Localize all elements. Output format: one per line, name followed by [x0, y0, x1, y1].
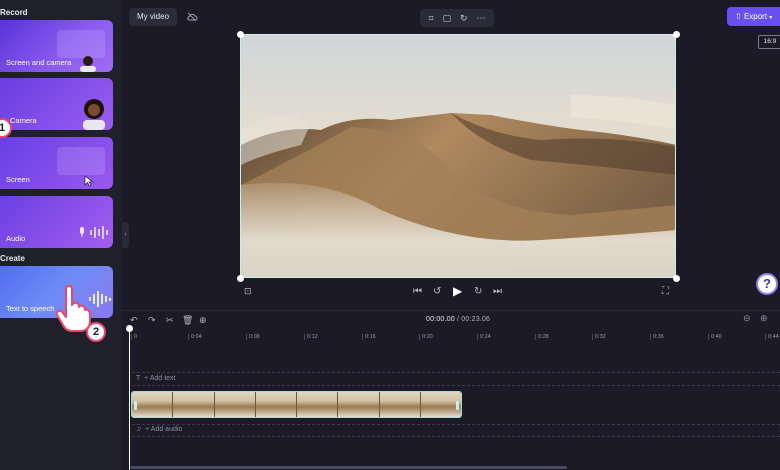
- zoom-out-icon[interactable]: ⊖: [743, 313, 751, 324]
- ruler-tick: 0:04: [188, 334, 202, 340]
- preview-toolbar: ⌗ ▢ ↻ ⋯: [420, 9, 494, 27]
- create-section-label: Create: [0, 254, 25, 263]
- resize-handle-bottom-right[interactable]: [673, 275, 680, 282]
- aspect-ratio-button[interactable]: 16:9: [758, 35, 780, 49]
- ruler-tick: 0:16: [362, 334, 376, 340]
- audio-track-bottom-line: [132, 436, 780, 437]
- clip-frame: [379, 392, 421, 417]
- play-icon[interactable]: ▶: [453, 284, 462, 298]
- clip-frame: [214, 392, 256, 417]
- skip-to-start-icon[interactable]: ⏮: [413, 286, 422, 297]
- record-section-label: Record: [0, 8, 28, 17]
- clip-frame: [255, 392, 297, 417]
- captions-icon[interactable]: ⊡: [244, 286, 252, 297]
- export-button[interactable]: ⇧ Export ▾: [727, 7, 780, 26]
- top-bar: My video ⌗ ▢ ↻ ⋯ ⇧ Export ▾: [122, 0, 780, 34]
- ruler-tick: 0:44: [765, 334, 779, 340]
- music-note-icon: ♫: [136, 426, 146, 433]
- tutorial-step-badge-2: 2: [86, 322, 106, 342]
- fullscreen-icon[interactable]: ⛶: [662, 286, 669, 297]
- card-label: Screen and camera: [6, 58, 72, 67]
- resize-handle-bottom-left[interactable]: [237, 275, 244, 282]
- add-text-label: + Add text: [144, 375, 176, 382]
- help-button[interactable]: ?: [756, 273, 778, 295]
- add-to-timeline-icon[interactable]: ⊕: [199, 315, 207, 326]
- resize-handle-top-right[interactable]: [673, 31, 680, 38]
- clip-frame: [173, 392, 215, 417]
- clip-frame: [132, 392, 174, 417]
- add-audio-row[interactable]: ♫ + Add audio: [136, 426, 182, 433]
- record-screen-card[interactable]: Screen: [0, 137, 113, 189]
- add-text-row[interactable]: T + Add text: [136, 375, 176, 382]
- video-preview[interactable]: [240, 34, 676, 278]
- collapse-panel-button[interactable]: ‹: [122, 222, 129, 248]
- fit-icon[interactable]: ▢: [443, 13, 452, 24]
- redo-icon[interactable]: ↷: [148, 315, 156, 326]
- clip-frame: [420, 392, 461, 417]
- upload-icon: ⇧: [735, 12, 742, 21]
- ruler-tick: 0:20: [419, 334, 433, 340]
- more-options-icon[interactable]: ⋯: [476, 13, 485, 24]
- card-label: Camera: [10, 116, 37, 125]
- desert-dunes-image: [241, 35, 675, 277]
- pointing-hand-icon: [55, 285, 91, 332]
- audio-track-line: [132, 424, 780, 425]
- text-track-line: [132, 372, 780, 373]
- clip-trim-handle-left[interactable]: [134, 401, 137, 410]
- clip-frame: [297, 392, 339, 417]
- delete-icon[interactable]: 🗑: [182, 315, 193, 326]
- playback-time: 00:00.00 / 00:23.06: [426, 316, 490, 323]
- chevron-down-icon: ▾: [769, 15, 773, 21]
- camera-person-icon: [83, 99, 105, 130]
- total-duration: / 00:23.06: [457, 316, 491, 323]
- screen-cursor-icon: [84, 175, 94, 187]
- export-label: Export: [743, 12, 768, 21]
- card-label: Audio: [6, 234, 26, 243]
- undo-icon[interactable]: ↶: [130, 315, 138, 326]
- ruler-tick: 0:12: [304, 334, 318, 340]
- text-t-icon: T: [136, 375, 145, 382]
- timeline-ruler: 0 0:04 0:08 0:12 0:16 0:20 0:24 0:28 0:3…: [122, 331, 780, 345]
- timeline-toolbar: ↶ ↷ ✂ 🗑 ⊕ 00:00.00 / 00:23.06: [122, 311, 780, 329]
- ruler-tick: 0:36: [650, 334, 664, 340]
- cloud-sync-icon[interactable]: [186, 11, 198, 23]
- forward-5s-icon[interactable]: ↻: [474, 286, 482, 297]
- card-label: Screen: [6, 175, 30, 184]
- current-time: 00:00.00: [426, 316, 455, 323]
- playback-controls: ⊡ ⏮ ↺ ▶ ↻ ⏭ ⛶: [122, 283, 780, 301]
- project-title-button[interactable]: My video: [129, 8, 178, 26]
- timeline-playhead[interactable]: [126, 325, 133, 470]
- left-panel: Record Screen and camera Camera Screen A…: [0, 0, 122, 470]
- clip-trim-handle-right[interactable]: [456, 401, 459, 410]
- microphone-icon: [80, 226, 108, 239]
- zoom-in-icon[interactable]: ⊕: [760, 313, 768, 324]
- ruler-tick: 0:28: [535, 334, 549, 340]
- ruler-tick: 0:40: [708, 334, 722, 340]
- ruler-tick: 0:08: [246, 334, 260, 340]
- card-label: Text to speech: [6, 304, 55, 313]
- skip-to-end-icon[interactable]: ⏭: [493, 286, 502, 297]
- add-audio-label: + Add audio: [145, 426, 183, 433]
- presenter-avatar-icon: [80, 56, 96, 72]
- resize-handle-top-left[interactable]: [237, 31, 244, 38]
- rotate-icon[interactable]: ↻: [460, 13, 468, 24]
- crop-icon[interactable]: ⌗: [428, 13, 433, 24]
- ruler-tick: 0: [130, 334, 138, 340]
- video-track-line: [132, 385, 780, 386]
- record-audio-card[interactable]: Audio: [0, 196, 113, 248]
- video-clip[interactable]: [131, 391, 462, 418]
- timeline-panel: ↶ ↷ ✂ 🗑 ⊕ 00:00.00 / 00:23.06 0 0:04 0:0…: [122, 310, 780, 470]
- ruler-tick: 0:24: [477, 334, 491, 340]
- record-screen-and-camera-card[interactable]: Screen and camera: [0, 20, 113, 72]
- rewind-5s-icon[interactable]: ↺: [433, 286, 441, 297]
- timeline-scrollbar[interactable]: [130, 466, 567, 469]
- clip-frame: [338, 392, 380, 417]
- record-camera-card[interactable]: Camera: [0, 78, 113, 130]
- ruler-tick: 0:32: [592, 334, 606, 340]
- screen-preview-icon: [57, 147, 105, 175]
- split-icon[interactable]: ✂: [166, 315, 174, 326]
